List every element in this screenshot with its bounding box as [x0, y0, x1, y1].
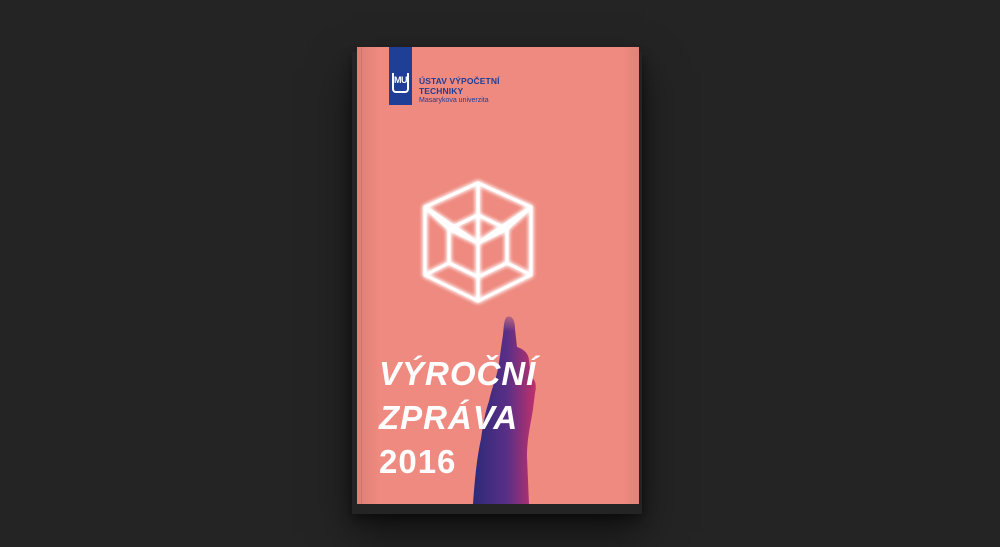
tesseract-icon	[423, 181, 533, 303]
cover-title-line-2: ZPRÁVA	[379, 399, 519, 436]
booklet-spine	[361, 47, 362, 504]
cover-title-line-1: VÝROČNÍ	[379, 355, 537, 392]
booklet-cover: MU ÚSTAV VÝPOČETNÍ TECHNIKY Masarykova u…	[357, 47, 639, 504]
cover-title-year: 2016	[379, 443, 457, 480]
